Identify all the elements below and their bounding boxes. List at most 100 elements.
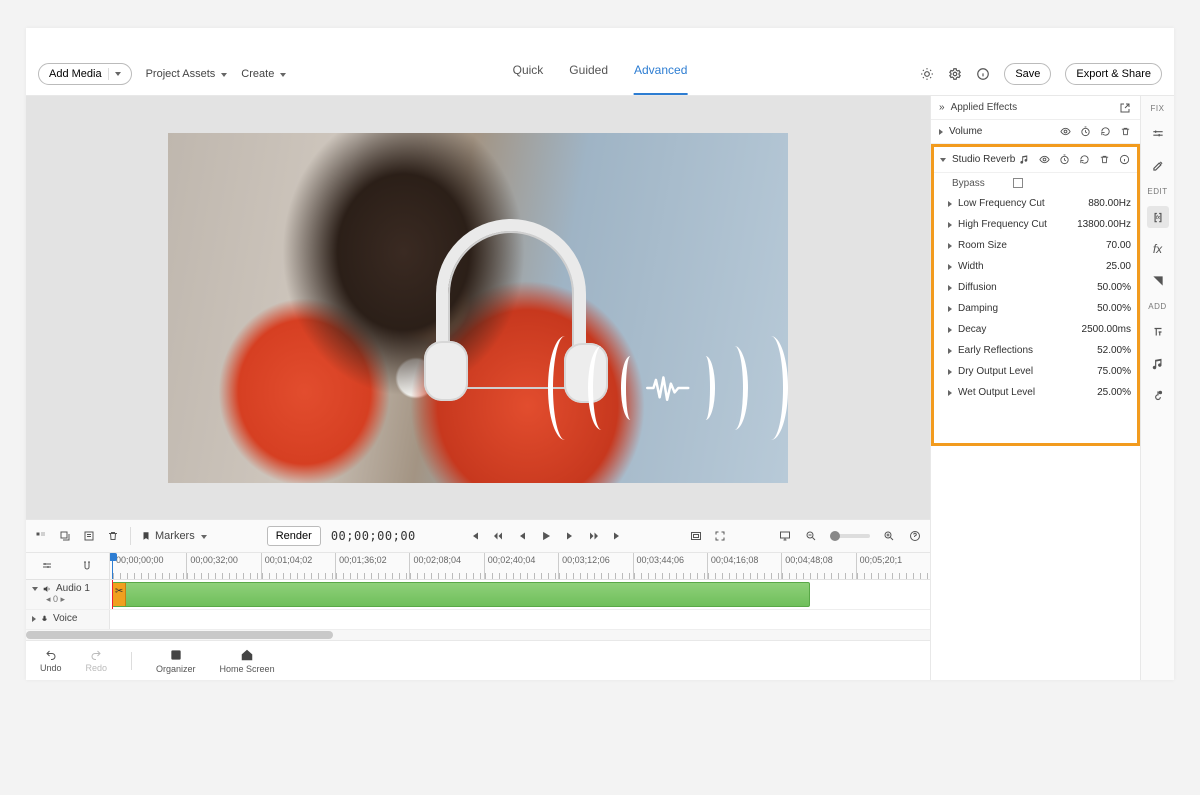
reverb-param[interactable]: Diffusion50.00% (934, 277, 1137, 298)
ruler-tick: 00;01;04;02 (261, 553, 335, 579)
popout-icon[interactable] (1118, 101, 1132, 115)
ruler-tick: 00;02;08;04 (409, 553, 483, 579)
eye-icon[interactable] (1058, 125, 1072, 139)
fullscreen-icon[interactable] (713, 529, 727, 543)
group-add-label: ADD (1148, 302, 1166, 311)
help-icon[interactable] (908, 529, 922, 543)
top-toolbar: Add Media Project Assets Create Quick Gu… (26, 28, 1174, 96)
timeline-toolbar: Markers Render 00;00;00;00 (26, 519, 930, 553)
timeline-options-icon[interactable] (34, 529, 48, 543)
snap-icon[interactable] (81, 559, 95, 573)
track-voice[interactable]: Voice (26, 610, 930, 630)
stopwatch-icon[interactable] (1057, 153, 1071, 167)
organizer-button[interactable]: Organizer (156, 648, 196, 674)
bypass-row[interactable]: Bypass (934, 173, 1137, 193)
export-share-button[interactable]: Export & Share (1065, 63, 1162, 85)
studio-reverb-highlight: Studio Reverb Bypass Low Frequency Cut88… (931, 144, 1140, 446)
group-fix-label: FIX (1151, 104, 1165, 113)
save-button[interactable]: Save (1004, 63, 1051, 85)
bypass-checkbox[interactable] (1013, 178, 1023, 188)
trash-icon[interactable] (1097, 153, 1111, 167)
effect-volume[interactable]: Volume (931, 120, 1140, 144)
audio-icon[interactable] (1147, 353, 1169, 375)
mode-tabs: Quick Guided Advanced (513, 63, 688, 85)
home-screen-button[interactable]: Home Screen (220, 648, 275, 674)
reverb-param[interactable]: Damping50.00% (934, 298, 1137, 319)
effects-panel: » Applied Effects Volume Studio Reverb (930, 96, 1140, 680)
fx-icon[interactable]: fx (1147, 238, 1169, 260)
applied-effects-header[interactable]: » Applied Effects (931, 96, 1140, 120)
track-voice-label: Voice (53, 613, 77, 624)
track-audio1-label: Audio 1 (56, 583, 90, 594)
timecode-display[interactable]: 00;00;00;00 (331, 529, 416, 543)
ruler-tick: 00;02;40;04 (484, 553, 558, 579)
reverb-param[interactable]: Wet Output Level25.00% (934, 382, 1137, 403)
markers-menu[interactable]: Markers (141, 530, 207, 542)
titles-icon[interactable] (1147, 321, 1169, 343)
info-icon[interactable] (1117, 153, 1131, 167)
effect-studio-reverb[interactable]: Studio Reverb (934, 147, 1137, 173)
trash-icon[interactable] (106, 529, 120, 543)
reverb-param[interactable]: Early Reflections52.00% (934, 340, 1137, 361)
goto-end-icon[interactable] (611, 529, 625, 543)
play-icon[interactable] (539, 529, 553, 543)
new-item-icon[interactable] (58, 529, 72, 543)
add-media-button[interactable]: Add Media (38, 63, 132, 85)
monitor-icon[interactable] (778, 529, 792, 543)
forward-icon[interactable] (563, 529, 577, 543)
reverb-param[interactable]: Low Frequency Cut880.00Hz (934, 193, 1137, 214)
adjust-icon[interactable] (1147, 123, 1169, 145)
create-menu[interactable]: Create (241, 68, 286, 80)
ruler-tick: 00;00;00;00 (112, 553, 186, 579)
info-icon[interactable] (976, 67, 990, 81)
goto-start-icon[interactable] (467, 529, 481, 543)
undo-button[interactable]: Undo (40, 649, 62, 673)
cti-line (112, 580, 113, 609)
rewind-icon[interactable] (515, 529, 529, 543)
reverb-param[interactable]: High Frequency Cut13800.00Hz (934, 214, 1137, 235)
trash-icon[interactable] (1118, 125, 1132, 139)
tab-advanced[interactable]: Advanced (634, 63, 687, 95)
step-forward-icon[interactable] (587, 529, 601, 543)
track-audio1-balance[interactable]: ◂ 0 ▸ (46, 594, 103, 605)
project-assets-menu[interactable]: Project Assets (146, 68, 228, 80)
playhead[interactable] (112, 553, 113, 579)
timeline-hscrollbar[interactable] (26, 630, 930, 640)
reverb-param[interactable]: Dry Output Level75.00% (934, 361, 1137, 382)
render-button[interactable]: Render (267, 526, 321, 546)
scissors-icon: ✂ (115, 586, 123, 597)
applied-fx-icon[interactable]: fx (1147, 206, 1169, 228)
properties-icon[interactable] (82, 529, 96, 543)
stopwatch-icon[interactable] (1078, 125, 1092, 139)
zoom-out-icon[interactable] (804, 529, 818, 543)
track-options-icon[interactable] (40, 559, 54, 573)
reset-icon[interactable] (1077, 153, 1091, 167)
zoom-in-icon[interactable] (882, 529, 896, 543)
tab-quick[interactable]: Quick (513, 63, 544, 85)
step-back-icon[interactable] (491, 529, 505, 543)
reverb-param[interactable]: Room Size70.00 (934, 235, 1137, 256)
eye-icon[interactable] (1037, 153, 1051, 167)
brightness-icon[interactable] (920, 67, 934, 81)
timeline-ruler[interactable]: 00;00;00;0000;00;32;0000;01;04;0200;01;3… (110, 553, 930, 579)
graphics-icon[interactable] (1147, 385, 1169, 407)
video-preview[interactable] (168, 133, 788, 483)
track-audio1[interactable]: Audio 1 ◂ 0 ▸ ✂ (26, 580, 930, 610)
reset-icon[interactable] (1098, 125, 1112, 139)
app-window: Add Media Project Assets Create Quick Gu… (26, 28, 1174, 680)
safe-margins-icon[interactable] (689, 529, 703, 543)
reverb-param[interactable]: Decay2500.00ms (934, 319, 1137, 340)
zoom-slider[interactable] (830, 534, 870, 538)
ruler-tick: 00;04;48;08 (781, 553, 855, 579)
preview-stage (26, 96, 930, 519)
reverb-param[interactable]: Width25.00 (934, 256, 1137, 277)
gear-icon[interactable] (948, 67, 962, 81)
chevron-down-icon (115, 72, 121, 76)
bottom-bar: Undo Redo Organizer Home Screen (26, 640, 930, 680)
audio-clip[interactable]: ✂ (112, 582, 810, 607)
color-icon[interactable] (1147, 270, 1169, 292)
tools-icon[interactable] (1147, 155, 1169, 177)
tab-guided[interactable]: Guided (569, 63, 608, 85)
music-note-icon[interactable] (1017, 153, 1031, 167)
redo-button[interactable]: Redo (86, 649, 108, 673)
